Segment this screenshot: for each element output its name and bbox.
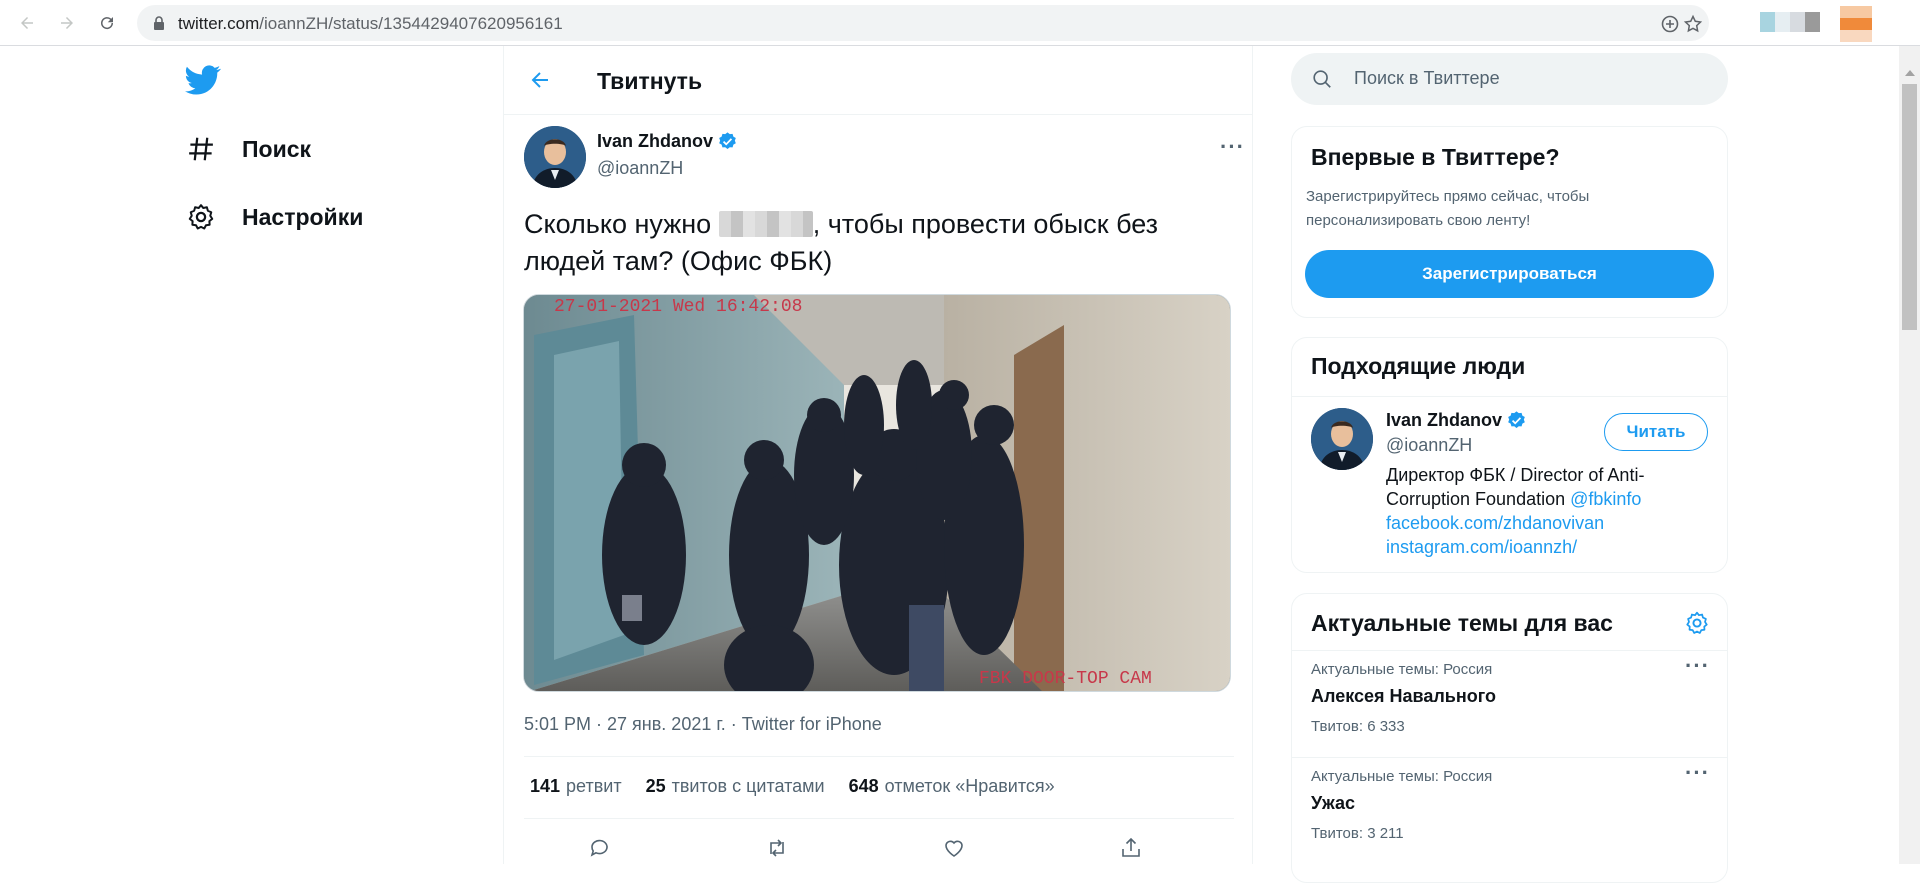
more-options-icon[interactable]: ··· xyxy=(1220,136,1244,166)
install-icon[interactable] xyxy=(1660,14,1680,34)
suggested-user-handle[interactable]: @ioannZH xyxy=(1386,435,1472,456)
quotes-count: 25 xyxy=(645,776,666,796)
author-avatar[interactable] xyxy=(524,126,586,188)
trend-more-icon[interactable]: ··· xyxy=(1685,655,1709,685)
star-icon[interactable] xyxy=(1683,14,1703,34)
tweet-text-before: Сколько нужно xyxy=(524,209,712,239)
hash-icon xyxy=(189,137,213,161)
trend-meta: Актуальные темы: Россия xyxy=(1311,768,1493,785)
trend-name: Ужас xyxy=(1311,793,1355,813)
tweet-text: Сколько нужно , чтобы провести обыск без… xyxy=(524,206,1224,280)
trend-name: Алексея Навального xyxy=(1311,686,1496,706)
verified-badge-icon xyxy=(1508,411,1525,428)
verified-badge-icon xyxy=(719,132,736,149)
share-icon[interactable] xyxy=(1119,836,1143,860)
signup-title: Впервые в Твиттере? xyxy=(1311,144,1560,170)
likes-label: отметок «Нравится» xyxy=(884,776,1055,796)
search-icon xyxy=(1313,70,1331,88)
redacted-word xyxy=(718,211,813,237)
retweets-count: 141 xyxy=(530,776,561,796)
trends-settings-icon[interactable] xyxy=(1684,610,1710,636)
suggested-user-bio: Директор ФБК / Director of Anti-Corrupti… xyxy=(1386,463,1706,559)
avatar-portrait xyxy=(1311,408,1373,470)
back-arrow-icon[interactable] xyxy=(528,68,552,92)
avatar-portrait xyxy=(524,126,586,188)
divider xyxy=(1292,396,1727,397)
people-title: Подходящие люди xyxy=(1311,353,1526,379)
quotes-stat[interactable]: 25 твитов с цитатами xyxy=(646,776,825,797)
suggested-user-name[interactable]: Ivan Zhdanov xyxy=(1386,410,1527,431)
retweet-icon[interactable] xyxy=(765,836,789,860)
tweet-stats: 141 ретвит 25 твитов с цитатами 648 отметок… xyxy=(530,776,1055,797)
trend-more-icon[interactable]: ··· xyxy=(1685,762,1709,792)
forward-icon[interactable] xyxy=(54,10,80,36)
suggested-user-avatar[interactable] xyxy=(1311,408,1373,470)
author-name[interactable]: Ivan Zhdanov xyxy=(597,131,738,152)
lock-icon xyxy=(154,16,164,30)
who-to-follow-card: Подходящие люди Ivan Zhdanov @ioannZH Чи… xyxy=(1291,337,1728,573)
author-name-text: Ivan Zhdanov xyxy=(597,131,714,151)
browser-toolbar: twitter.com/ioannZH/status/1354429407620… xyxy=(0,0,1920,46)
divider xyxy=(524,756,1234,757)
like-icon[interactable] xyxy=(942,836,966,860)
corridor-photo: 27-01-2021 Wed 16:42:08 FBK DOOR-TOP CAM xyxy=(524,295,1230,691)
divider xyxy=(524,818,1234,819)
quotes-label: твитов с цитатами xyxy=(671,776,825,796)
url-text: twitter.com/ioannZH/status/1354429407620… xyxy=(178,14,563,33)
page-title: Твитнуть xyxy=(597,68,703,94)
tweet-media-image[interactable]: 27-01-2021 Wed 16:42:08 FBK DOOR-TOP CAM xyxy=(523,294,1231,692)
reload-icon[interactable] xyxy=(94,10,120,36)
media-camera-overlay: FBK DOOR-TOP CAM xyxy=(979,669,1152,689)
author-handle[interactable]: @ioannZH xyxy=(597,158,683,179)
trend-item[interactable]: Актуальные темы: Россия Ужас Твитов: 3 2… xyxy=(1292,758,1727,864)
sidebar-item-search[interactable]: Поиск xyxy=(186,134,311,164)
sidebar-item-label: Настройки xyxy=(242,203,364,230)
address-bar[interactable]: twitter.com/ioannZH/status/1354429407620… xyxy=(137,5,1709,41)
bio-mention-link[interactable]: @fbkinfo xyxy=(1570,489,1641,509)
trend-count: Твитов: 6 333 xyxy=(1311,718,1405,735)
signup-text: Зарегистрируйтесь прямо сейчас, чтобы пе… xyxy=(1306,188,1590,229)
back-icon[interactable] xyxy=(14,10,40,36)
bio-instagram-link[interactable]: instagram.com/ioannzh/ xyxy=(1386,537,1577,557)
tweet-timestamp[interactable]: 5:01 PM · 27 янв. 2021 г. · Twitter for … xyxy=(524,714,882,735)
scroll-up-arrow[interactable] xyxy=(1905,70,1915,76)
signup-card: Впервые в Твиттере? Зарегистрируйтесь пр… xyxy=(1291,126,1728,318)
trends-card: Актуальные темы для вас Актуальные темы:… xyxy=(1291,593,1728,883)
search-bar[interactable]: Поиск в Твиттере xyxy=(1291,53,1728,105)
trend-meta: Актуальные темы: Россия xyxy=(1311,661,1493,678)
retweets-label: ретвит xyxy=(566,776,622,796)
follow-button[interactable]: Читать xyxy=(1604,413,1708,451)
gear-icon xyxy=(188,204,214,230)
search-placeholder: Поиск в Твиттере xyxy=(1354,68,1500,88)
page-header: Твитнуть xyxy=(504,46,1252,115)
main-column: Твитнуть Ivan Zhdanov @ioannZH ··· Сколь… xyxy=(503,46,1253,864)
likes-stat[interactable]: 648 отметок «Нравится» xyxy=(849,776,1055,797)
twitter-logo-icon[interactable] xyxy=(185,62,221,98)
trends-title: Актуальные темы для вас xyxy=(1311,610,1613,636)
sidebar-item-label: Поиск xyxy=(242,135,312,162)
media-timestamp-overlay: 27-01-2021 Wed 16:42:08 xyxy=(554,297,802,317)
trend-count: Твитов: 3 211 xyxy=(1311,825,1404,842)
suggested-user-name-text: Ivan Zhdanov xyxy=(1386,410,1503,430)
scroll-thumb[interactable] xyxy=(1902,84,1917,330)
trend-item[interactable]: Актуальные темы: Россия Алексея Навально… xyxy=(1292,651,1727,757)
bio-facebook-link[interactable]: facebook.com/zhdanovivan xyxy=(1386,513,1604,533)
profile-avatar[interactable] xyxy=(1840,6,1872,42)
sidebar-item-settings[interactable]: Настройки xyxy=(186,202,363,232)
retweets-stat[interactable]: 141 ретвит xyxy=(530,776,622,797)
likes-count: 648 xyxy=(848,776,879,796)
signup-button[interactable]: Зарегистрироваться xyxy=(1305,250,1714,298)
extension-icon[interactable] xyxy=(1760,12,1820,32)
reply-icon[interactable] xyxy=(588,836,612,860)
